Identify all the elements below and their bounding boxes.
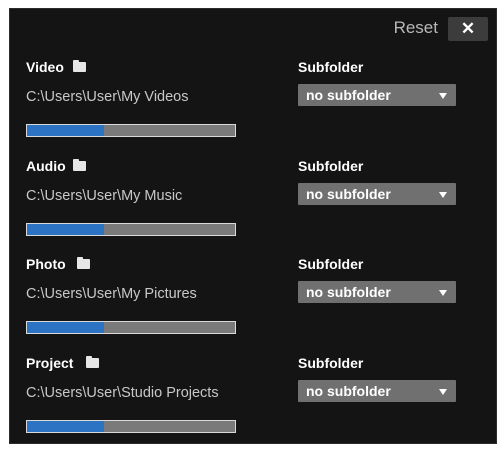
subfolder-label: Subfolder — [298, 355, 364, 371]
subfolder-label: Subfolder — [298, 158, 364, 174]
progress-fill — [27, 224, 104, 235]
folder-icon[interactable] — [86, 356, 99, 368]
section-title: Project — [26, 355, 74, 371]
folder-path: C:\Users\User\Studio Projects — [26, 385, 219, 401]
subfolder-select-value: no subfolder — [306, 186, 391, 202]
progress-fill — [27, 421, 104, 432]
folder-path: C:\Users\User\My Music — [26, 188, 183, 204]
progress-fill — [27, 125, 104, 136]
subfolder-select-value: no subfolder — [306, 383, 391, 399]
dropdown-arrow-icon — [439, 93, 447, 99]
folder-icon[interactable] — [73, 60, 86, 72]
subfolder-select[interactable]: no subfolder — [298, 183, 456, 205]
project-section: Project C:\Users\User\Studio Projects Su… — [10, 354, 496, 452]
dropdown-arrow-icon — [439, 192, 447, 198]
photo-section: Photo C:\Users\User\My Pictures Subfolde… — [10, 255, 496, 353]
folder-icon[interactable] — [77, 257, 90, 269]
subfolder-select[interactable]: no subfolder — [298, 281, 456, 303]
progress-fill — [27, 322, 104, 333]
video-section: Video C:\Users\User\My Videos Subfolder … — [10, 58, 496, 156]
reset-button[interactable]: Reset — [394, 18, 438, 38]
progress-bar[interactable] — [26, 321, 236, 334]
subfolder-select-value: no subfolder — [306, 87, 391, 103]
subfolder-select[interactable]: no subfolder — [298, 380, 456, 402]
subfolder-label: Subfolder — [298, 59, 364, 75]
dropdown-arrow-icon — [439, 389, 447, 395]
folder-icon[interactable] — [73, 159, 86, 171]
dropdown-arrow-icon — [439, 290, 447, 296]
section-title: Video — [26, 59, 64, 75]
subfolder-label: Subfolder — [298, 256, 364, 272]
progress-bar[interactable] — [26, 420, 236, 433]
folder-path: C:\Users\User\My Pictures — [26, 286, 197, 302]
audio-section: Audio C:\Users\User\My Music Subfolder n… — [10, 157, 496, 255]
close-icon: ✕ — [460, 19, 476, 38]
progress-bar[interactable] — [26, 223, 236, 236]
section-title: Photo — [26, 256, 66, 272]
panel-topbar: Reset ✕ — [336, 9, 496, 45]
section-title: Audio — [26, 158, 66, 174]
close-button[interactable]: ✕ — [448, 17, 488, 41]
subfolder-select-value: no subfolder — [306, 284, 391, 300]
folder-path: C:\Users\User\My Videos — [26, 89, 189, 105]
import-folders-panel: Reset ✕ Video C:\Users\User\My Videos Su… — [9, 8, 497, 444]
progress-bar[interactable] — [26, 124, 236, 137]
subfolder-select[interactable]: no subfolder — [298, 84, 456, 106]
